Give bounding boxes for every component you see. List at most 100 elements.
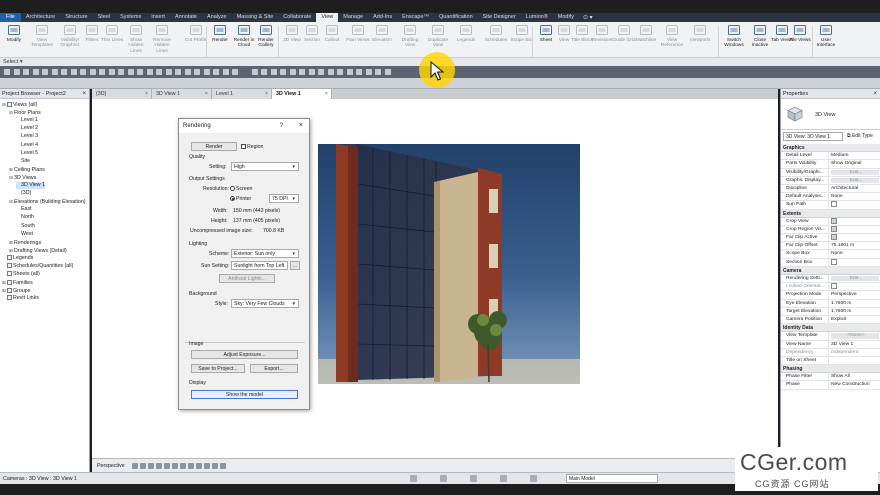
ribbon-button-duplicate-view[interactable]: Duplicate View	[426, 24, 450, 49]
scheme-select[interactable]: Exterior: Sun only ▼	[231, 249, 299, 258]
browser-item-west[interactable]: West	[16, 231, 33, 238]
dpi-select[interactable]: 75 DPI ▼	[269, 194, 299, 203]
toolbar-icon[interactable]	[365, 69, 372, 75]
property-edit-button[interactable]: Edit...	[831, 177, 879, 183]
property-value[interactable]: Independent	[829, 349, 880, 356]
property-value[interactable]: None	[829, 193, 880, 200]
close-tab-icon[interactable]: ×	[325, 89, 328, 99]
artificial-lights-button[interactable]: Artificial Lights...	[219, 274, 275, 283]
status-icon[interactable]	[470, 475, 477, 482]
browser-item-families[interactable]: ⊞ Families	[2, 279, 33, 287]
view-tab-level-1[interactable]: Level 1 ×	[212, 89, 272, 99]
browser-item-level-5[interactable]: Level 5	[16, 150, 38, 157]
ribbon-button-thin-lines[interactable]: Thin Lines	[100, 24, 124, 43]
export-button[interactable]: Export...	[250, 364, 298, 373]
ribbon-button-callout[interactable]: Callout	[320, 24, 344, 43]
close-icon[interactable]: ×	[82, 89, 86, 99]
toolbar-icon[interactable]	[232, 69, 238, 75]
browser-item-views-all[interactable]: ⊟ Views (all)	[2, 101, 37, 109]
toolbar-icon[interactable]	[32, 69, 39, 75]
view-control-icon[interactable]	[172, 463, 178, 469]
view-control-icon[interactable]	[204, 463, 210, 469]
save-to-project-button[interactable]: Save to Project...	[191, 364, 245, 373]
view-tab-3d[interactable]: {3D} ×	[92, 89, 152, 99]
close-tab-icon[interactable]: ×	[265, 89, 268, 99]
browser-item-ceiling-plans[interactable]: ⊞Ceiling Plans	[9, 166, 45, 174]
region-checkbox[interactable]	[241, 144, 246, 149]
ribbon-button-cut-profile[interactable]: Cut Profile	[184, 24, 208, 43]
toolbar-icon[interactable]	[346, 69, 353, 75]
toolbar-icon[interactable]	[175, 69, 181, 75]
toolbar-icon[interactable]	[80, 69, 86, 75]
property-checkbox[interactable]	[829, 218, 880, 225]
ribbon-button-switch-windows[interactable]: Switch Windows	[722, 24, 746, 49]
toolbar-icon[interactable]	[51, 69, 58, 75]
ribbon-button-render[interactable]: Render	[208, 24, 232, 43]
toolbar-icon[interactable]	[156, 69, 162, 75]
ribbon-button-view-reference[interactable]: View Reference	[660, 24, 684, 49]
browser-item-level-3[interactable]: Level 3	[16, 133, 38, 140]
toolbar-icon[interactable]	[165, 69, 172, 75]
printer-option[interactable]: Printer	[230, 196, 251, 202]
view-control-icon[interactable]	[188, 463, 194, 469]
toolbar-icon[interactable]	[137, 69, 143, 75]
workset-select[interactable]: Main Model	[566, 474, 658, 483]
toolbar-icon[interactable]	[203, 69, 210, 75]
property-section-phasing[interactable]: Phasing	[781, 365, 880, 374]
status-icon[interactable]	[530, 475, 537, 482]
view-control-icon[interactable]	[132, 463, 138, 469]
property-value[interactable]: New Construction	[829, 381, 880, 388]
property-section-extents[interactable]: Extents	[781, 209, 880, 218]
view-control-icon[interactable]	[196, 463, 202, 469]
ribbon-button-remove-hidden-lines[interactable]: Remove Hidden Lines	[150, 24, 174, 54]
ribbon-options-icon[interactable]: ⊙ ▾	[579, 14, 597, 21]
toolbar-icon[interactable]	[108, 69, 115, 75]
property-section-camera[interactable]: Camera	[781, 266, 880, 275]
browser-item-revit-links[interactable]: Revit Links	[2, 295, 39, 302]
quality-setting-select[interactable]: High ▼	[231, 162, 299, 171]
toolbar-icon[interactable]	[261, 69, 267, 75]
browser-item-3d-views[interactable]: ⊟3D Views	[9, 174, 36, 182]
ribbon-tab-insert[interactable]: Insert	[146, 13, 170, 22]
property-value[interactable]: None	[829, 250, 880, 257]
toolbar-icon[interactable]	[251, 69, 258, 75]
region-option[interactable]: Region	[241, 144, 263, 150]
property-value[interactable]: 3D View 1	[829, 341, 880, 348]
property-value[interactable]	[829, 357, 880, 364]
browser-item-schedules-quantities-all[interactable]: Schedules/Quantities (all)	[2, 263, 73, 270]
ribbon-button-scope-box[interactable]: Scope Box	[510, 24, 534, 43]
toolbar-icon[interactable]	[327, 69, 334, 75]
select-dropdown[interactable]: Select ▾	[3, 59, 23, 65]
toolbar-icon[interactable]	[23, 69, 29, 75]
toolbar-icon[interactable]	[42, 69, 48, 75]
browser-item-north[interactable]: North	[16, 214, 34, 221]
view-control-icon[interactable]	[164, 463, 170, 469]
view-tab-3d-view-1[interactable]: 3D View 1 ×	[152, 89, 212, 99]
browser-item-floor-plans[interactable]: ⊟Floor Plans	[9, 109, 41, 117]
property-value[interactable]: Explicit	[829, 316, 880, 323]
ribbon-tab-architecture[interactable]: Architecture	[21, 13, 60, 22]
printer-radio[interactable]	[230, 196, 235, 201]
property-value[interactable]: Show Original	[829, 160, 880, 167]
type-selector[interactable]: 3D View	[781, 99, 880, 130]
browser-item-level-4[interactable]: Level 4	[16, 142, 38, 149]
browser-item-east[interactable]: East	[16, 206, 32, 213]
ribbon-tab-collaborate[interactable]: Collaborate	[278, 13, 316, 22]
toolbar-icon[interactable]	[356, 69, 362, 75]
adjust-exposure-button[interactable]: Adjust Exposure...	[191, 350, 298, 359]
view-tab-3d-view-1[interactable]: 3D View 1 ×	[272, 89, 332, 99]
property-value[interactable]: Show All	[829, 373, 880, 380]
screen-radio[interactable]	[230, 186, 235, 191]
browser-item-sheets-all[interactable]: Sheets (all)	[2, 271, 40, 278]
ribbon-tab-structure[interactable]: Structure	[60, 13, 92, 22]
status-icon[interactable]	[500, 475, 507, 482]
toolbar-icon[interactable]	[270, 69, 277, 75]
ribbon-tab-analyze[interactable]: Analyze	[202, 13, 232, 22]
sun-setting-browse-button[interactable]: ...	[290, 261, 300, 270]
ribbon-button-elevation[interactable]: Elevation	[370, 24, 394, 43]
render-button[interactable]: Render	[191, 142, 237, 151]
toolbar-icon[interactable]	[118, 69, 124, 75]
property-checkbox[interactable]	[829, 201, 880, 208]
ribbon-tab-systems[interactable]: Systems	[115, 13, 146, 22]
ribbon-button-close-inactive[interactable]: Close Inactive	[748, 24, 772, 49]
